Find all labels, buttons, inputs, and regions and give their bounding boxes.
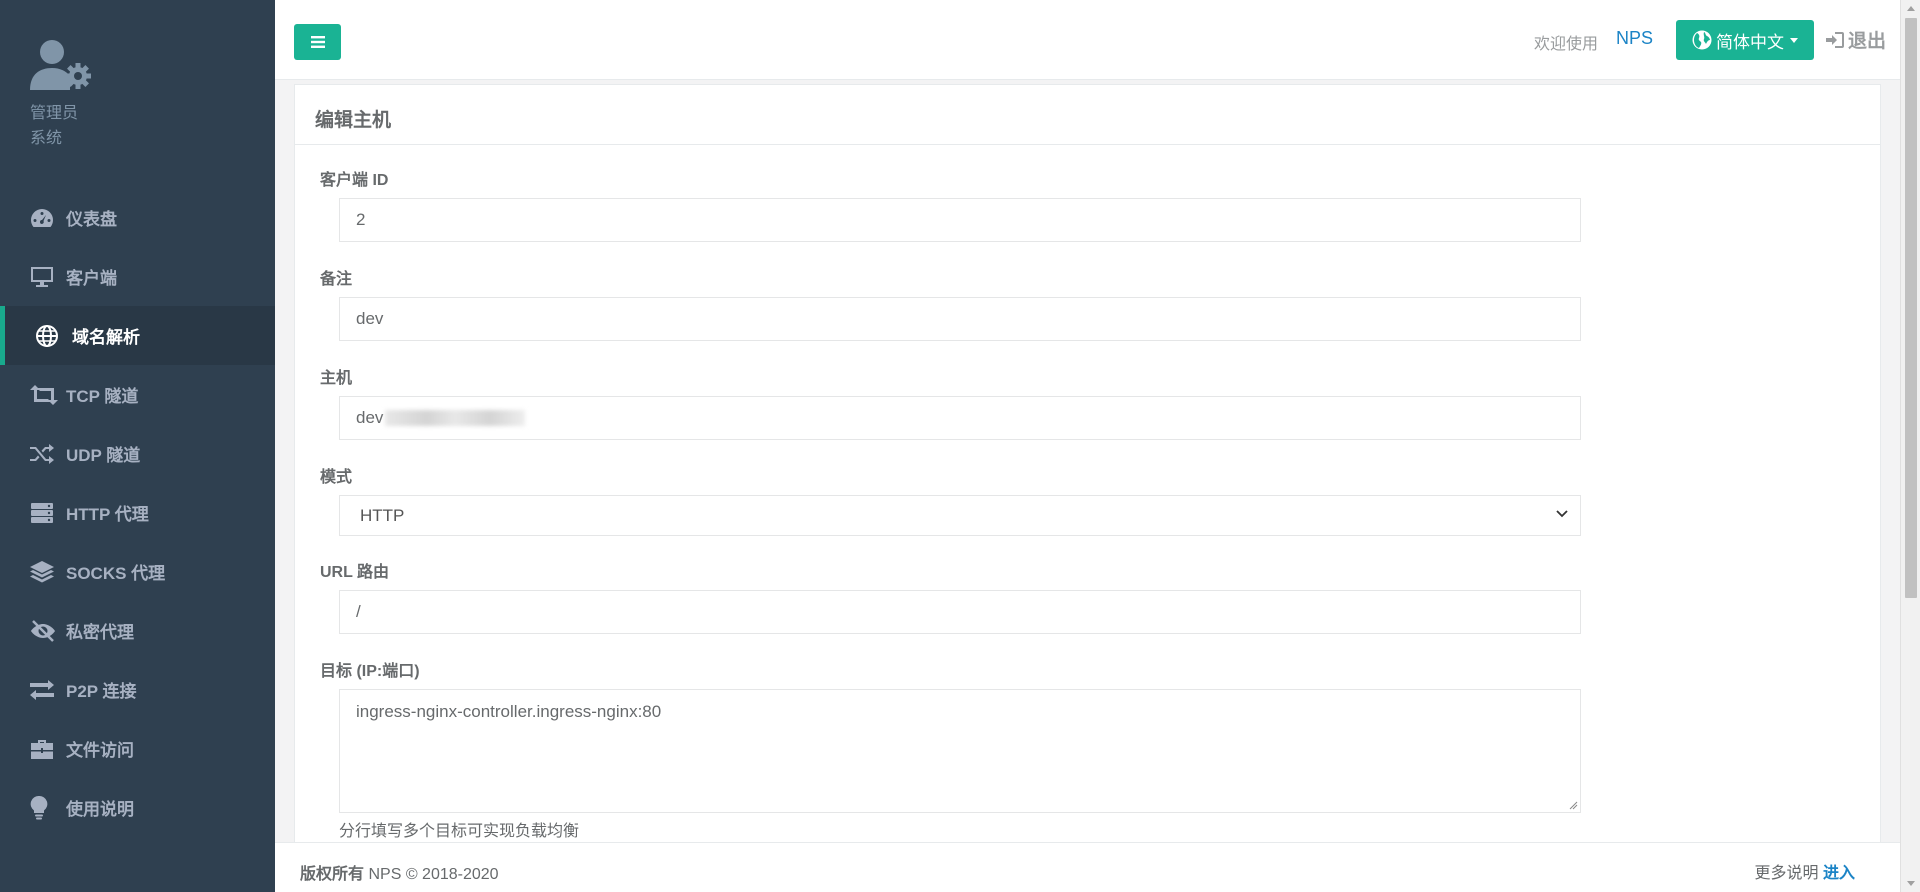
- lightbulb-icon: [30, 795, 58, 820]
- globe-icon: [36, 324, 64, 348]
- host-input[interactable]: dev: [339, 396, 1581, 440]
- profile-role: 系统: [30, 130, 63, 147]
- welcome-text: 欢迎使用: [1534, 36, 1599, 53]
- chevron-down-icon: [1556, 510, 1568, 518]
- language-dropdown-button[interactable]: 简体中文: [1676, 20, 1814, 60]
- more-label: 更多说明: [1754, 865, 1819, 882]
- sidebar-item-label: 域名解析: [72, 328, 140, 347]
- sidebar-item-clients[interactable]: 客户端: [0, 247, 275, 306]
- random-icon: [30, 442, 58, 466]
- sidebar-item-label: 私密代理: [66, 623, 134, 642]
- dashboard-icon: [30, 206, 58, 230]
- sidebar-item-label: TCP 隧道: [66, 387, 139, 406]
- footer: 版权所有 NPS © 2018-2020 更多说明 进入: [275, 842, 1900, 892]
- sidebar-item-label: 文件访问: [66, 741, 134, 760]
- panel-title: 编辑主机: [295, 85, 1880, 145]
- client-id-input[interactable]: 2: [339, 198, 1581, 242]
- sidebar: 管理员 系统 仪表盘 客户端 域名解析 TCP 隧道 UDP 隧道 HTTP 代…: [0, 0, 275, 892]
- url-route-input[interactable]: /: [339, 590, 1581, 634]
- language-label: 简体中文: [1716, 32, 1784, 52]
- mode-value: HTTP: [360, 505, 405, 525]
- url-route-label: URL 路由: [320, 564, 390, 581]
- target-help-text: 分行填写多个目标可实现负载均衡: [339, 823, 580, 840]
- sidebar-item-p2p[interactable]: P2P 连接: [0, 660, 275, 719]
- sidebar-item-label: 客户端: [66, 269, 117, 288]
- remark-value: dev: [356, 309, 384, 328]
- remark-label: 备注: [320, 271, 353, 288]
- sidebar-item-private[interactable]: 私密代理: [0, 601, 275, 660]
- menu-toggle-button[interactable]: [294, 24, 341, 60]
- url-route-value: /: [356, 602, 361, 621]
- desktop-icon: [30, 265, 58, 289]
- sidebar-item-label: SOCKS 代理: [66, 564, 166, 583]
- client-id-value: 2: [356, 210, 366, 229]
- logout-link[interactable]: 退出: [1826, 26, 1886, 53]
- scroll-down-icon[interactable]: [1907, 881, 1915, 886]
- sidebar-nav: 仪表盘 客户端 域名解析 TCP 隧道 UDP 隧道 HTTP 代理 SOCKS…: [0, 188, 275, 837]
- sidebar-item-domain[interactable]: 域名解析: [0, 306, 275, 365]
- brand-link[interactable]: NPS: [1616, 28, 1653, 49]
- target-value: ingress-nginx-controller.ingress-nginx:8…: [356, 702, 662, 721]
- briefcase-icon: [30, 737, 58, 761]
- more-link[interactable]: 进入: [1823, 865, 1855, 882]
- logout-label: 退出: [1848, 31, 1887, 52]
- target-textarea[interactable]: ingress-nginx-controller.ingress-nginx:8…: [339, 689, 1581, 813]
- server-icon: [30, 501, 58, 525]
- sidebar-item-label: HTTP 代理: [66, 505, 149, 524]
- layers-icon: [30, 560, 58, 584]
- sidebar-item-socks[interactable]: SOCKS 代理: [0, 542, 275, 601]
- bars-icon: [310, 36, 325, 48]
- sidebar-item-udp[interactable]: UDP 隧道: [0, 424, 275, 483]
- footer-more: 更多说明 进入: [1755, 859, 1855, 883]
- page-scrollbar[interactable]: [1900, 0, 1920, 892]
- resize-grip-icon[interactable]: [1568, 800, 1578, 810]
- scrollbar-thumb[interactable]: [1905, 18, 1917, 598]
- sidebar-item-tcp[interactable]: TCP 隧道: [0, 365, 275, 424]
- caret-down-icon: [1790, 37, 1798, 43]
- profile-name: 管理员: [30, 105, 79, 122]
- mode-label: 模式: [320, 469, 353, 486]
- scroll-up-icon[interactable]: [1907, 6, 1915, 11]
- copyright-text: NPS © 2018-2020: [368, 866, 499, 883]
- sidebar-item-dashboard[interactable]: 仪表盘: [0, 188, 275, 247]
- copyright-label: 版权所有: [300, 866, 365, 883]
- sidebar-item-label: P2P 连接: [66, 682, 137, 701]
- host-label: 主机: [320, 370, 353, 387]
- admin-avatar-icon: [30, 38, 94, 92]
- remark-input[interactable]: dev: [339, 297, 1581, 341]
- target-label: 目标 (IP:端口): [320, 663, 420, 680]
- sign-out-icon: [1826, 31, 1844, 48]
- sidebar-item-files[interactable]: 文件访问: [0, 719, 275, 778]
- footer-copyright: 版权所有 NPS © 2018-2020: [300, 860, 499, 884]
- host-value: dev: [356, 408, 384, 427]
- sidebar-item-label: 使用说明: [66, 800, 134, 819]
- client-id-label: 客户端 ID: [320, 172, 389, 189]
- sidebar-item-label: UDP 隧道: [66, 446, 141, 465]
- top-navbar: 欢迎使用 NPS 简体中文 退出: [275, 0, 1900, 80]
- sidebar-item-help[interactable]: 使用说明: [0, 778, 275, 837]
- exchange-icon: [30, 678, 58, 702]
- retweet-icon: [30, 383, 58, 407]
- sidebar-item-label: 仪表盘: [66, 210, 117, 229]
- sidebar-item-http[interactable]: HTTP 代理: [0, 483, 275, 542]
- edit-host-panel: 编辑主机 客户端 ID 2 备注 dev 主机 dev 模式 HTTP URL …: [294, 84, 1881, 844]
- redacted-text: [385, 410, 526, 426]
- mode-select[interactable]: HTTP: [339, 495, 1581, 536]
- eye-slash-icon: [30, 619, 58, 643]
- globe-icon: [1692, 30, 1712, 50]
